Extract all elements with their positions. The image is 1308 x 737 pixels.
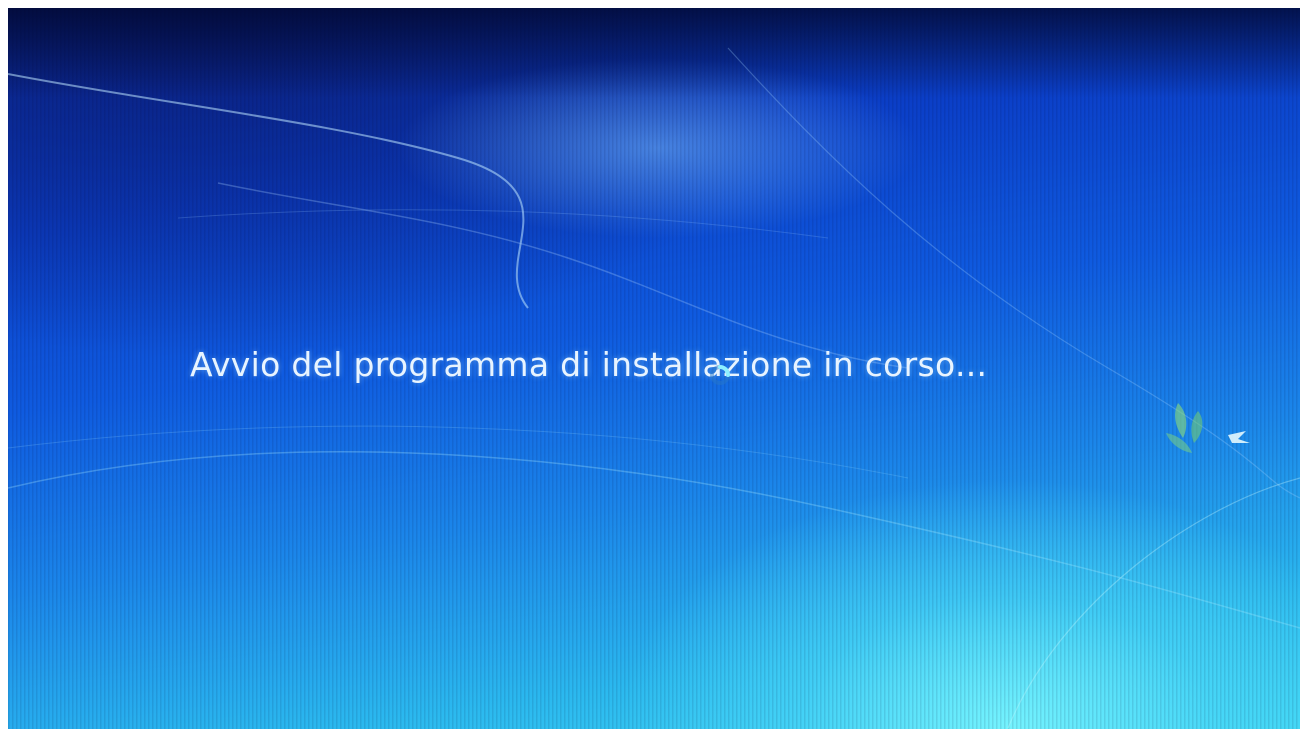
windows-logo-decor-icon: [1166, 403, 1250, 453]
setup-screen: Avvio del programma di installazione in …: [8, 8, 1300, 729]
monitor-frame: Avvio del programma di installazione in …: [0, 0, 1308, 737]
loading-spinner-icon: [710, 365, 730, 385]
setup-status-text: Avvio del programma di installazione in …: [190, 345, 988, 384]
